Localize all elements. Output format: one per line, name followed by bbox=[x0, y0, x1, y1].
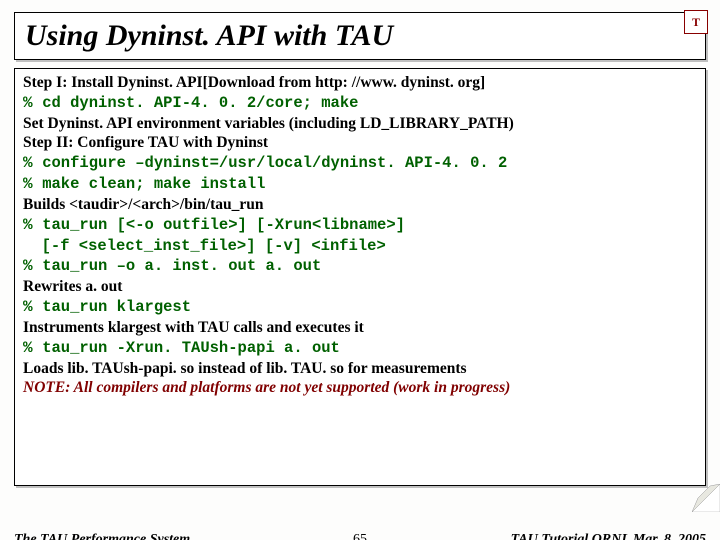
step1-line: Step I: Install Dyninst. API[Download fr… bbox=[23, 73, 697, 93]
cmd-line-4a: % tau_run [<-o outfile>] [-Xrun<libname>… bbox=[23, 215, 697, 236]
step1-text: Step I: Install Dyninst. API[Download fr… bbox=[23, 74, 315, 91]
cmd-line-4b: [-f <select_inst_file>] [-v] <infile> bbox=[23, 236, 697, 257]
step1-url: http: //www. dyninst. org] bbox=[315, 74, 485, 91]
cmd4b: [-f <select_inst_file>] [-v] <infile> bbox=[23, 237, 386, 255]
prompt-icon: % bbox=[23, 257, 42, 275]
prompt-icon: % bbox=[23, 154, 42, 172]
cmd4a: tau_run [<-o outfile>] [-Xrun<libname>] bbox=[42, 216, 405, 234]
prompt-icon: % bbox=[23, 298, 42, 316]
cmd-line-5: % tau_run –o a. inst. out a. out bbox=[23, 256, 697, 277]
prompt-icon: % bbox=[23, 175, 42, 193]
builds-line: Builds <taudir>/<arch>/bin/tau_run bbox=[23, 195, 697, 215]
slide-title: Using Dyninst. API with TAU bbox=[25, 19, 393, 52]
cmd-line-2: % configure –dyninst=/usr/local/dyninst.… bbox=[23, 153, 697, 174]
prompt-icon: % bbox=[23, 339, 42, 357]
title-bar: Using Dyninst. API with TAU bbox=[14, 12, 706, 60]
cmd1: cd dyninst. API-4. 0. 2/core; make bbox=[42, 94, 358, 112]
loads-line: Loads lib. TAUsh-papi. so instead of lib… bbox=[23, 359, 697, 379]
cmd-line-6: % tau_run klargest bbox=[23, 297, 697, 318]
cmd-line-3: % make clean; make install bbox=[23, 174, 697, 195]
content-box: Step I: Install Dyninst. API[Download fr… bbox=[14, 68, 706, 486]
cmd3: make clean; make install bbox=[42, 175, 265, 193]
cmd6: tau_run klargest bbox=[42, 298, 191, 316]
cmd-line-7: % tau_run -Xrun. TAUsh-papi a. out bbox=[23, 338, 697, 359]
footer-right: TAU Tutorial ORNL Mar. 8, 2005 bbox=[511, 532, 706, 540]
tau-logo-icon: T bbox=[684, 10, 708, 34]
cmd5: tau_run –o a. inst. out a. out bbox=[42, 257, 321, 275]
instruments-line: Instruments klargest with TAU calls and … bbox=[23, 318, 697, 338]
prompt-icon: % bbox=[23, 216, 42, 234]
slide: Using Dyninst. API with TAU T Step I: In… bbox=[0, 0, 720, 540]
logo-letter: T bbox=[692, 15, 700, 30]
page-curl-icon bbox=[692, 484, 720, 512]
cmd-line-1: % cd dyninst. API-4. 0. 2/core; make bbox=[23, 93, 697, 114]
cmd2: configure –dyninst=/usr/local/dyninst. A… bbox=[42, 154, 507, 172]
rewrites-line: Rewrites a. out bbox=[23, 277, 697, 297]
note-line: NOTE: All compilers and platforms are no… bbox=[23, 378, 697, 398]
prompt-icon: % bbox=[23, 94, 42, 112]
cmd7: tau_run -Xrun. TAUsh-papi a. out bbox=[42, 339, 340, 357]
env-line: Set Dyninst. API environment variables (… bbox=[23, 114, 697, 134]
step2-line: Step II: Configure TAU with Dyninst bbox=[23, 133, 697, 153]
